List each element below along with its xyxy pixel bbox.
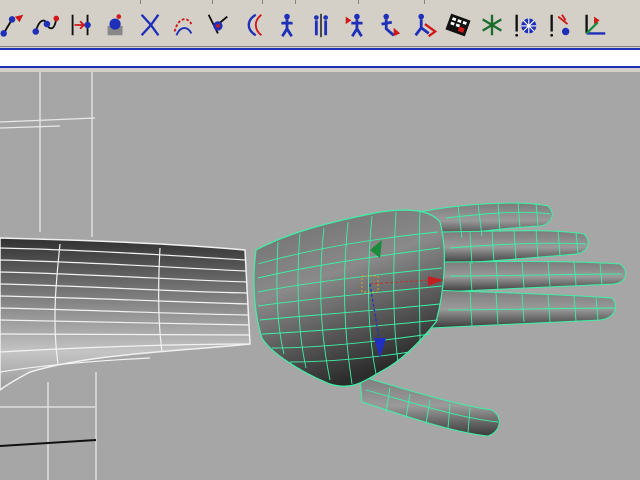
cluster-deformer-button[interactable] <box>202 7 232 43</box>
character-figure-button[interactable] <box>272 7 302 43</box>
skin-weight-button[interactable] <box>374 7 404 43</box>
edit-curve-icon <box>173 18 193 36</box>
keyframe-grid-icon <box>445 13 471 37</box>
curve-tool-icon <box>140 13 160 37</box>
arm-mesh <box>0 237 251 391</box>
joint-tool-icon <box>71 14 91 36</box>
axis-locator-button[interactable] <box>580 7 610 43</box>
bind-skin-icon <box>107 14 123 36</box>
wire-deformer-button[interactable] <box>238 7 268 43</box>
character-figure-icon <box>281 13 293 37</box>
star-locator-button[interactable] <box>477 7 507 43</box>
ik-spline-handle-tool-icon <box>32 15 60 35</box>
ik-handle-tool-icon <box>0 14 24 37</box>
character-paint-button[interactable] <box>409 7 439 43</box>
scene-view <box>0 72 627 480</box>
character-paint-icon <box>414 13 438 38</box>
skin-weight-icon <box>381 13 401 37</box>
curve-tool-button[interactable] <box>135 7 165 43</box>
field-emitter-button[interactable] <box>546 7 576 43</box>
command-line-field[interactable] <box>0 48 640 68</box>
joint-tool-button[interactable] <box>66 7 96 43</box>
rigid-body-icon <box>515 14 537 37</box>
tool-shelf <box>0 4 640 47</box>
ik-handle-tool-button[interactable] <box>0 7 28 43</box>
star-locator-icon <box>482 14 502 36</box>
ik-spline-handle-tool-button[interactable] <box>31 7 61 43</box>
character-pose-icon <box>345 13 363 37</box>
perspective-viewport[interactable] <box>0 72 640 480</box>
mirror-joint-icon <box>314 13 328 38</box>
rigid-body-button[interactable] <box>511 7 541 43</box>
bind-skin-button[interactable] <box>101 7 131 43</box>
edit-curve-button[interactable] <box>168 7 198 43</box>
axis-locator-icon <box>585 14 606 35</box>
field-emitter-icon <box>550 14 570 37</box>
wire-deformer-icon <box>247 13 263 37</box>
keyframe-grid-button[interactable] <box>443 7 473 43</box>
cluster-deformer-icon <box>207 14 228 34</box>
character-pose-button[interactable] <box>341 7 371 43</box>
mirror-joint-button[interactable] <box>306 7 336 43</box>
hand-mesh <box>253 201 627 437</box>
